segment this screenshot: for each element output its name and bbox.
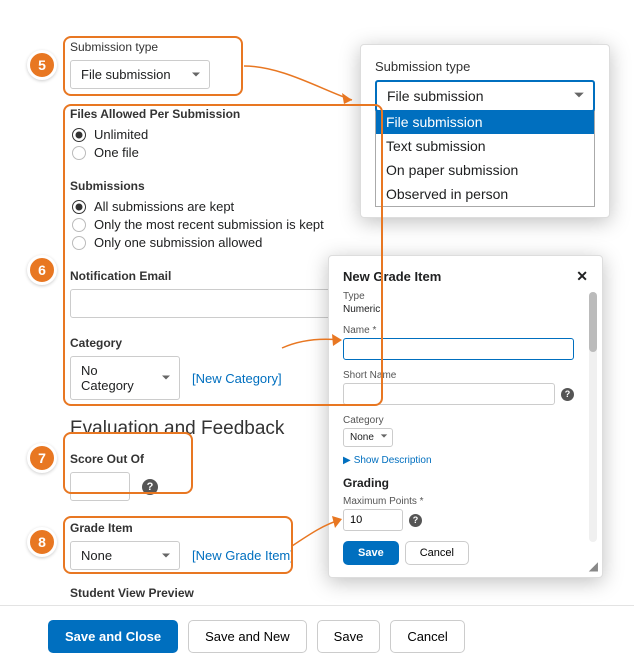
step-badge-5: 5 bbox=[27, 50, 57, 80]
category-select[interactable]: No Category bbox=[70, 356, 180, 400]
save-and-close-button[interactable]: Save and Close bbox=[48, 620, 178, 653]
show-desc-label: Show Description bbox=[354, 455, 432, 466]
step-badge-7: 7 bbox=[27, 443, 57, 473]
radio-icon bbox=[72, 146, 86, 160]
popout-selected-value: File submission bbox=[387, 88, 483, 104]
radio-unlimited[interactable]: Unlimited bbox=[72, 127, 400, 142]
popout-label: Submission type bbox=[375, 59, 595, 74]
modal-cat-label: Category bbox=[343, 415, 574, 426]
radio-one-file[interactable]: One file bbox=[72, 145, 400, 160]
radio-label: One file bbox=[94, 145, 139, 160]
help-icon[interactable]: ? bbox=[561, 388, 574, 401]
option-on-paper[interactable]: On paper submission bbox=[376, 158, 594, 182]
option-text-submission[interactable]: Text submission bbox=[376, 134, 594, 158]
step-badge-8: 8 bbox=[27, 527, 57, 557]
new-category-link[interactable]: [New Category] bbox=[192, 371, 282, 386]
popout-select[interactable]: File submission bbox=[375, 80, 595, 112]
step-badge-6: 6 bbox=[27, 255, 57, 285]
max-points-input[interactable] bbox=[343, 509, 403, 531]
files-allowed-label: Files Allowed Per Submission bbox=[70, 107, 400, 121]
footer-bar: Save and Close Save and New Save Cancel bbox=[0, 605, 634, 667]
modal-type-label: Type bbox=[343, 291, 574, 302]
submission-type-popout: Submission type File submission File sub… bbox=[360, 44, 610, 218]
radio-all-kept[interactable]: All submissions are kept bbox=[72, 199, 400, 214]
option-observed[interactable]: Observed in person bbox=[376, 182, 594, 206]
modal-cat-select[interactable]: None bbox=[343, 428, 393, 447]
radio-label: All submissions are kept bbox=[94, 199, 234, 214]
new-grade-item-link[interactable]: [New Grade Item] bbox=[192, 548, 294, 563]
modal-short-label: Short Name bbox=[343, 370, 574, 381]
popout-options: File submission Text submission On paper… bbox=[375, 110, 595, 207]
submission-type-value: File submission bbox=[81, 67, 171, 82]
scrollbar-thumb[interactable] bbox=[589, 292, 597, 352]
new-grade-item-modal: New Grade Item ✕ Type Numeric Name * Sho… bbox=[328, 255, 603, 578]
student-view-label: Student View Preview bbox=[70, 586, 400, 600]
submission-type-select[interactable]: File submission bbox=[70, 60, 210, 89]
grade-item-value: None bbox=[81, 548, 112, 563]
chevron-down-icon bbox=[380, 432, 388, 443]
max-points-label: Maximum Points * bbox=[343, 496, 574, 507]
cancel-button[interactable]: Cancel bbox=[390, 620, 464, 653]
category-value: No Category bbox=[81, 363, 134, 393]
modal-cancel-button[interactable]: Cancel bbox=[405, 541, 469, 565]
files-allowed-group: Unlimited One file bbox=[72, 127, 400, 160]
modal-type-value: Numeric bbox=[343, 304, 574, 315]
submission-type-label: Submission type bbox=[70, 40, 400, 54]
help-icon[interactable]: ? bbox=[142, 479, 158, 495]
save-button[interactable]: Save bbox=[317, 620, 381, 653]
submissions-label: Submissions bbox=[70, 179, 400, 193]
option-file-submission[interactable]: File submission bbox=[376, 110, 594, 134]
triangle-right-icon: ▶ bbox=[343, 455, 351, 466]
radio-icon bbox=[72, 236, 86, 250]
modal-name-label: Name * bbox=[343, 325, 574, 336]
score-input[interactable] bbox=[70, 472, 130, 501]
notification-email-input[interactable] bbox=[70, 289, 350, 318]
show-description-toggle[interactable]: ▶ Show Description bbox=[343, 455, 574, 466]
radio-recent-kept[interactable]: Only the most recent submission is kept bbox=[72, 217, 400, 232]
radio-icon bbox=[72, 218, 86, 232]
radio-label: Only one submission allowed bbox=[94, 235, 262, 250]
chevron-down-icon bbox=[573, 88, 585, 104]
resize-handle-icon[interactable]: ◢ bbox=[589, 559, 598, 573]
radio-icon bbox=[72, 128, 86, 142]
close-icon[interactable]: ✕ bbox=[576, 268, 588, 285]
chevron-down-icon bbox=[161, 371, 171, 386]
radio-label: Only the most recent submission is kept bbox=[94, 217, 324, 232]
help-icon[interactable]: ? bbox=[409, 514, 422, 527]
chevron-down-icon bbox=[191, 67, 201, 82]
save-and-new-button[interactable]: Save and New bbox=[188, 620, 307, 653]
modal-save-button[interactable]: Save bbox=[343, 541, 399, 565]
modal-cat-value: None bbox=[350, 432, 374, 443]
modal-scrollbar[interactable] bbox=[589, 292, 597, 542]
radio-icon bbox=[72, 200, 86, 214]
modal-short-input[interactable] bbox=[343, 383, 555, 405]
chevron-down-icon bbox=[161, 548, 171, 563]
submission-type-section: Submission type File submission bbox=[70, 40, 400, 89]
modal-name-input[interactable] bbox=[343, 338, 574, 360]
radio-label: Unlimited bbox=[94, 127, 148, 142]
grade-item-select[interactable]: None bbox=[70, 541, 180, 570]
submissions-group: All submissions are kept Only the most r… bbox=[72, 199, 400, 250]
grading-heading: Grading bbox=[343, 476, 574, 490]
radio-one-allowed[interactable]: Only one submission allowed bbox=[72, 235, 400, 250]
modal-title: New Grade Item bbox=[343, 269, 441, 284]
